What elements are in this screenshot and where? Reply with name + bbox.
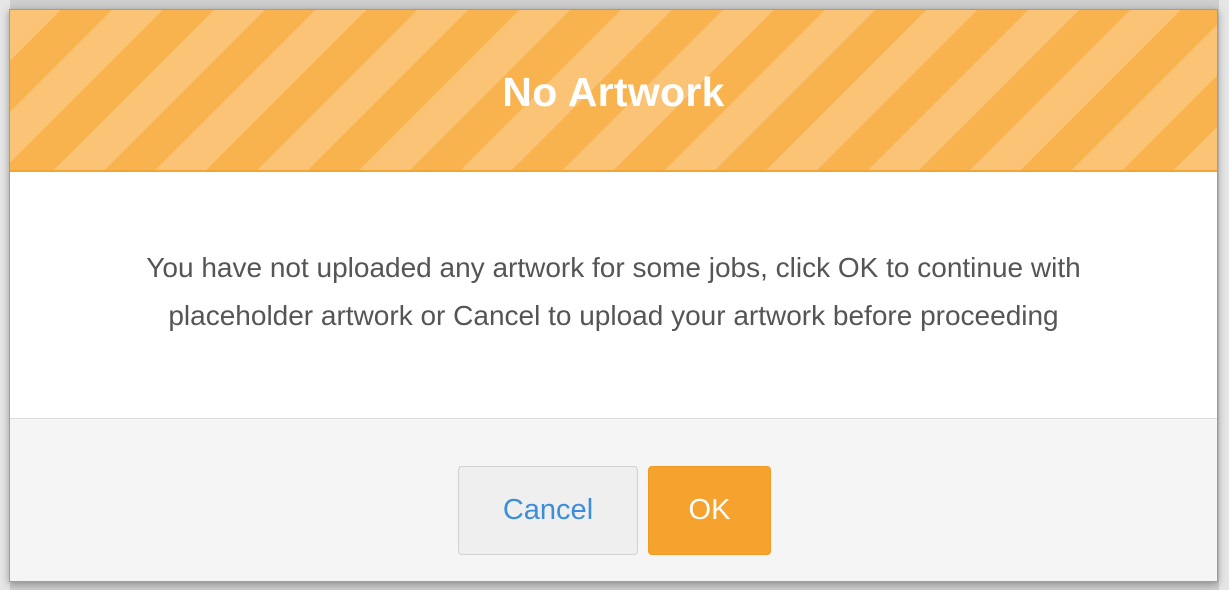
dialog-body: You have not uploaded any artwork for so…: [10, 172, 1217, 418]
dialog-message: You have not uploaded any artwork for so…: [146, 252, 1081, 331]
dialog-header: No Artwork: [10, 10, 1217, 172]
dialog-title: No Artwork: [502, 68, 725, 115]
cancel-button[interactable]: Cancel: [458, 466, 638, 555]
no-artwork-dialog: No Artwork You have not uploaded any art…: [9, 9, 1218, 582]
dialog-footer: Cancel OK: [10, 418, 1217, 581]
backdrop-edge-right: [1219, 0, 1229, 590]
ok-button[interactable]: OK: [648, 466, 771, 555]
